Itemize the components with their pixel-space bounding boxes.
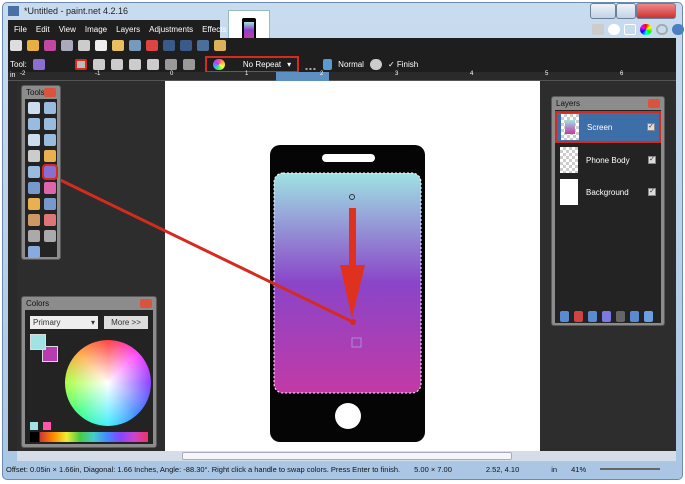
rectangle-select-tool-icon[interactable] (28, 102, 40, 114)
recolor-tool-icon[interactable] (44, 214, 56, 226)
color-palette[interactable] (30, 432, 148, 442)
layer-name: Phone Body (586, 155, 630, 165)
more-colors-button[interactable]: More >> (104, 316, 148, 329)
add-layer-icon[interactable] (560, 311, 569, 322)
phone-speaker (322, 154, 375, 162)
shapes-tool-icon[interactable] (28, 246, 40, 258)
scrollbar-thumb[interactable] (182, 452, 512, 460)
ellipse-select-tool-icon[interactable] (28, 134, 40, 146)
clone-stamp-tool-icon[interactable] (28, 214, 40, 226)
zoom-level[interactable]: 41% (571, 465, 586, 474)
layers-panel-close[interactable] (648, 99, 660, 108)
color-picker-tool-icon[interactable] (44, 198, 56, 210)
move-layer-down-icon[interactable] (630, 311, 639, 322)
color-wheel[interactable] (65, 340, 151, 426)
colors-panel-title: Colors (26, 299, 50, 308)
layers-panel: Layers Screen ✓ Phone Body ✓ Background … (551, 96, 665, 326)
duplicate-layer-icon[interactable] (588, 311, 597, 322)
layer-visibility-checkbox[interactable]: ✓ (648, 156, 656, 164)
gradient-arrow-shaft (349, 208, 356, 268)
layer-phone-body[interactable]: Phone Body ✓ (556, 145, 660, 175)
pencil-tool-icon[interactable] (28, 198, 40, 210)
layer-name: Background (586, 187, 629, 197)
unit-selector[interactable]: in (551, 465, 557, 474)
tools-panel-close[interactable] (44, 88, 56, 97)
pan-tool-icon[interactable] (44, 150, 56, 162)
add-to-palette-icon[interactable] (30, 422, 38, 430)
image-size: 5.00 × 7.00 (414, 464, 452, 474)
layer-thumbnail (560, 179, 578, 205)
zoom-slider[interactable] (600, 468, 661, 470)
move-selection-tool-icon[interactable] (44, 102, 56, 114)
status-bar: Offset: 0.05in × 1.66in, Diagonal: 1.66 … (6, 462, 680, 476)
text-tool-icon[interactable] (28, 230, 40, 242)
layer-visibility-checkbox[interactable]: ✓ (648, 188, 656, 196)
layer-screen[interactable]: Screen ✓ (555, 111, 661, 143)
move-selected-tool-icon[interactable] (44, 118, 56, 130)
tools-panel-title: Tools (26, 88, 45, 97)
merge-layer-icon[interactable] (602, 311, 611, 322)
gradient-tool-icon[interactable] (42, 164, 58, 180)
paintbrush-tool-icon[interactable] (28, 182, 40, 194)
layer-thumbnail (561, 114, 579, 140)
move-layer-up-icon[interactable] (616, 311, 625, 322)
layer-properties-icon[interactable] (644, 311, 653, 322)
eraser-tool-icon[interactable] (44, 182, 56, 194)
magic-wand-tool-icon[interactable] (28, 150, 40, 162)
tools-panel: Tools (21, 85, 61, 260)
gradient-end-handle[interactable] (350, 319, 356, 325)
zoom-tool-icon[interactable] (44, 134, 56, 146)
color-mode-dropdown[interactable]: Primary ▾ (30, 316, 98, 329)
layer-visibility-checkbox[interactable]: ✓ (647, 123, 655, 131)
lasso-select-tool-icon[interactable] (28, 118, 40, 130)
phone-home-button (335, 403, 361, 429)
layers-panel-title: Layers (556, 99, 581, 108)
status-message: Offset: 0.05in × 1.66in, Diagonal: 1.66 … (6, 464, 401, 474)
colors-panel: Colors Primary ▾ More >> (21, 296, 157, 448)
line-curve-tool-icon[interactable] (44, 230, 56, 242)
layer-name: Screen (587, 122, 613, 132)
palette-menu-icon[interactable] (43, 422, 51, 430)
layer-background[interactable]: Background ✓ (556, 177, 660, 207)
cursor-position: 2.52, 4.10 (485, 464, 520, 474)
delete-layer-icon[interactable] (574, 311, 583, 322)
primary-color-swatch[interactable] (30, 334, 46, 350)
paint-bucket-tool-icon[interactable] (28, 166, 40, 178)
colors-panel-close[interactable] (140, 299, 152, 308)
horizontal-scrollbar[interactable] (17, 451, 676, 461)
layer-thumbnail (560, 147, 578, 173)
